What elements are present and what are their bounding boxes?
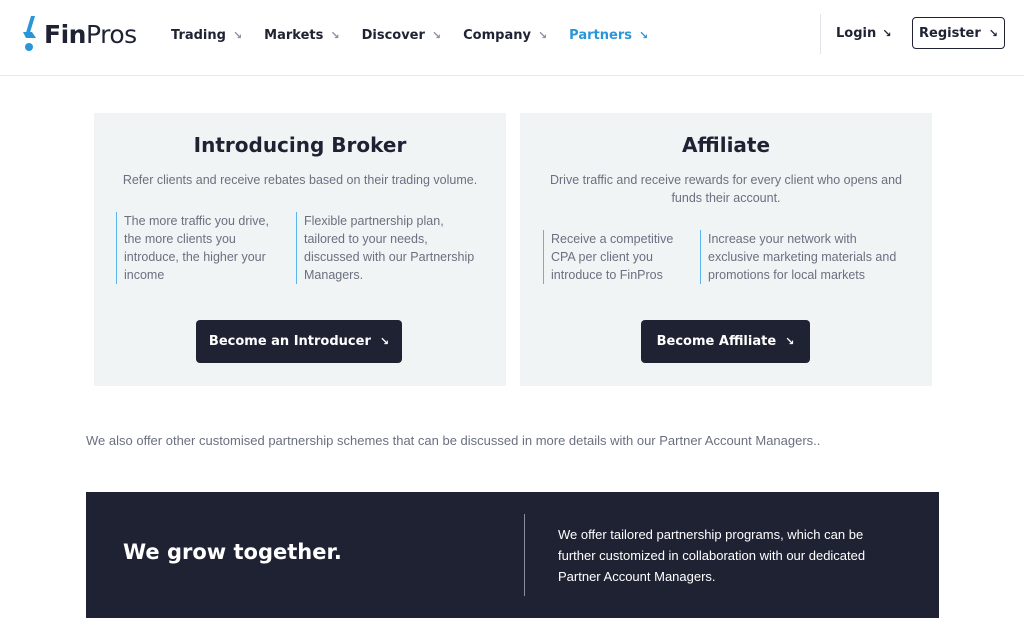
card-feature: The more traffic you drive, the more cli… bbox=[116, 212, 276, 284]
arrow-down-right-icon: ↘ bbox=[431, 28, 442, 42]
arrow-down-right-icon: ↘ bbox=[379, 335, 390, 348]
arrow-down-right-icon: ↘ bbox=[882, 27, 892, 40]
arrow-down-right-icon: ↘ bbox=[330, 28, 340, 42]
header-divider bbox=[820, 14, 821, 54]
banner-title: We grow together. bbox=[123, 540, 342, 564]
arrow-down-right-icon: ↘ bbox=[785, 335, 795, 348]
banner-text: We offer tailored partnership programs, … bbox=[558, 527, 866, 584]
nav-item-label: Discover bbox=[361, 27, 425, 43]
nav-item-label: Company bbox=[463, 27, 531, 43]
nav-item-company[interactable]: Company ↘ bbox=[463, 26, 547, 44]
nav-item-label: Markets bbox=[264, 27, 324, 43]
card-feature: Increase your network with exclusive mar… bbox=[700, 230, 906, 284]
finpros-logo[interactable]: FinPros bbox=[20, 14, 137, 54]
card-subtitle: Refer clients and receive rebates based … bbox=[122, 173, 478, 187]
login-button[interactable]: Login ↘ bbox=[836, 26, 891, 41]
login-label: Login bbox=[836, 26, 877, 41]
finpros-logo-icon bbox=[20, 14, 42, 54]
nav-item-label: Trading bbox=[171, 27, 226, 43]
card-feature: Receive a competitive CPA per client you… bbox=[543, 230, 685, 284]
card-title: Affiliate bbox=[681, 133, 771, 157]
register-label: Register bbox=[919, 25, 981, 41]
arrow-down-right-icon: ↘ bbox=[988, 26, 998, 40]
introducing-broker-card: Introducing Broker Refer clients and rec… bbox=[94, 113, 506, 386]
nav-item-markets[interactable]: Markets ↘ bbox=[264, 26, 339, 44]
nav-item-trading[interactable]: Trading ↘ bbox=[171, 26, 242, 44]
arrow-down-right-icon: ↘ bbox=[638, 28, 649, 42]
nav-item-label: Partners bbox=[569, 27, 632, 43]
arrow-down-right-icon: ↘ bbox=[537, 28, 548, 42]
grow-together-banner: We grow together. We offer tailored part… bbox=[86, 492, 939, 618]
card-title: Introducing Broker bbox=[193, 133, 407, 157]
become-affiliate-button[interactable]: Become Affiliate ↘ bbox=[641, 320, 810, 363]
card-feature: Flexible partnership plan, tailored to y… bbox=[296, 212, 486, 284]
partnership-offer-text: We also offer other customised partnersh… bbox=[86, 433, 821, 448]
nav-item-discover[interactable]: Discover ↘ bbox=[362, 26, 442, 44]
banner-divider bbox=[524, 514, 525, 596]
become-introducer-button[interactable]: Become an Introducer ↘ bbox=[196, 320, 402, 363]
main-nav: Trading ↘ Markets ↘ Discover ↘ Company ↘… bbox=[171, 26, 670, 44]
arrow-down-right-icon: ↘ bbox=[232, 28, 243, 42]
affiliate-card: Affiliate Drive traffic and receive rewa… bbox=[520, 113, 932, 386]
cta-label: Become Affiliate bbox=[656, 334, 777, 349]
nav-item-partners[interactable]: Partners ↘ bbox=[569, 26, 648, 44]
register-button[interactable]: Register ↘ bbox=[912, 17, 1005, 49]
logo-wordmark: FinPros bbox=[44, 19, 137, 49]
card-subtitle: Drive traffic and receive rewards for ev… bbox=[549, 173, 903, 205]
site-header: FinPros Trading ↘ Markets ↘ Discover ↘ C… bbox=[0, 0, 1024, 76]
cta-label: Become an Introducer bbox=[208, 334, 371, 349]
